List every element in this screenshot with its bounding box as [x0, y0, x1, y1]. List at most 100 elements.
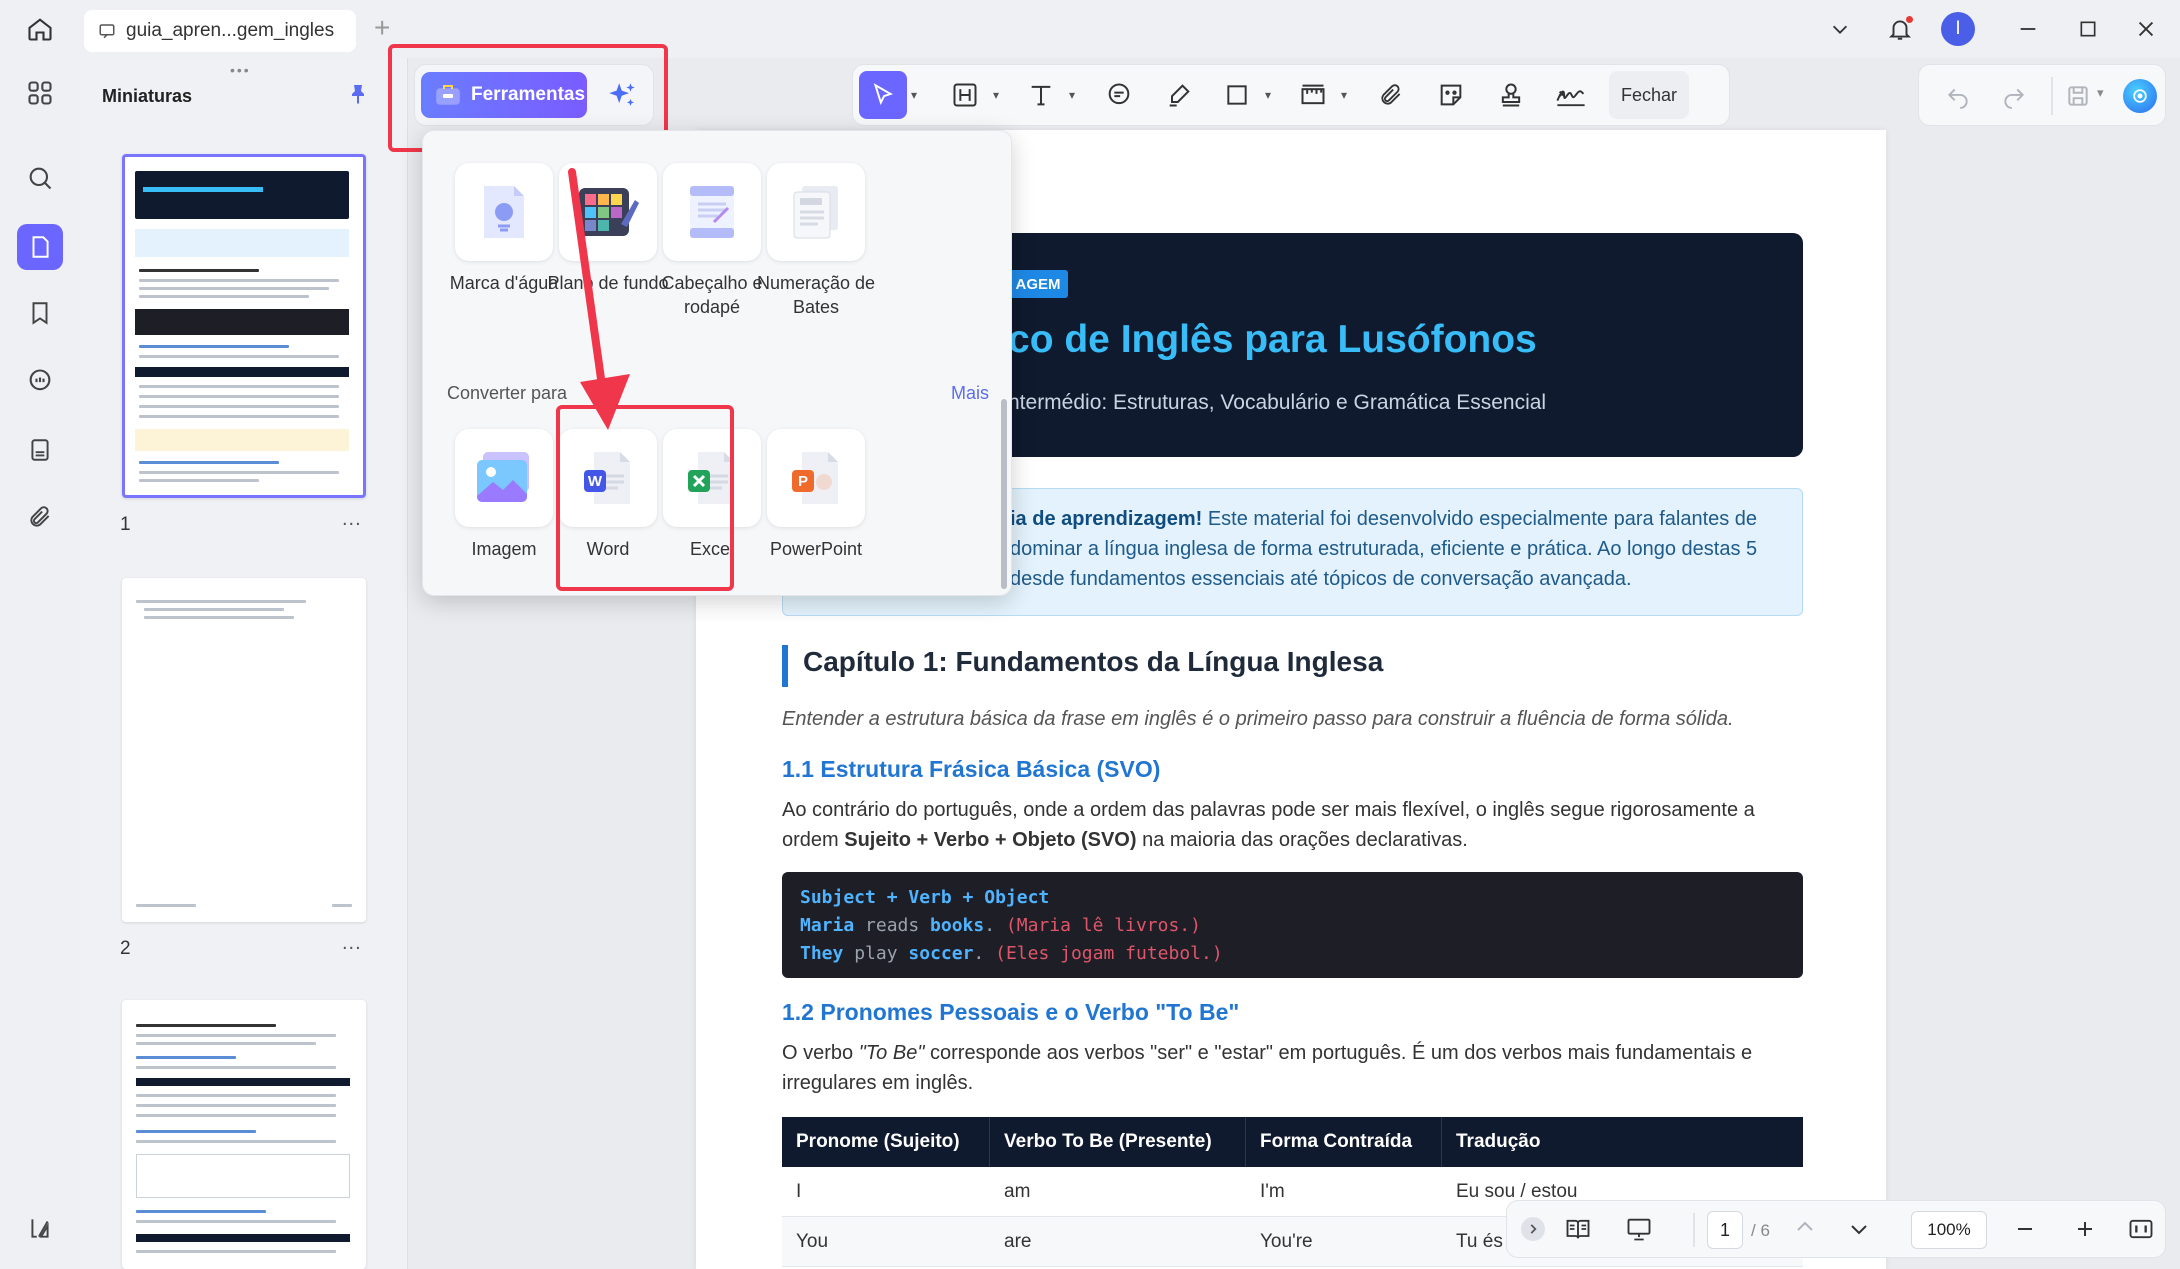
header-footer-button[interactable]: [663, 163, 761, 261]
thumbnail-more-icon[interactable]: ...: [342, 932, 362, 955]
convert-section-title: Converter para: [447, 383, 568, 403]
chevron-down-icon[interactable]: ▾: [2097, 85, 2104, 101]
convert-powerpoint-label: PowerPoint: [769, 539, 863, 559]
header-footer-icon: [690, 186, 734, 238]
right-toolbar: ▾: [1918, 64, 2166, 126]
code-text: (Maria lê livros.): [995, 915, 1201, 936]
document-tab-title: guia_apren...gem_ingles: [126, 20, 335, 41]
intro-line-1-text: Este material foi desenvolvido especialm…: [1202, 508, 1758, 530]
previous-page-icon[interactable]: [1793, 1215, 1817, 1239]
chevron-down-icon[interactable]: ▾: [1341, 88, 1355, 102]
comments-icon[interactable]: [17, 358, 63, 404]
document-tab[interactable]: guia_apren...gem_ingles: [84, 10, 356, 52]
page-thumbnail[interactable]: [122, 578, 366, 922]
search-icon[interactable]: [17, 155, 63, 201]
table-header-cell: Tradução: [1456, 1131, 1541, 1152]
document-title: co de Inglês para Lusófonos: [1008, 318, 1537, 361]
intro-line-3: desde fundamentos essenciais até tópicos…: [1010, 568, 1632, 590]
apps-grid-icon[interactable]: [17, 70, 63, 116]
select-tool-icon[interactable]: [859, 71, 907, 119]
text-span: O verbo: [782, 1042, 859, 1064]
text-span: na maioria das orações declarativas.: [1136, 829, 1468, 851]
pin-icon[interactable]: [346, 82, 370, 106]
minimize-icon[interactable]: [2006, 7, 2050, 51]
chevron-down-icon[interactable]: ▾: [911, 88, 925, 102]
reading-mode-icon[interactable]: [1563, 1215, 1593, 1243]
chevron-down-icon[interactable]: ▾: [1265, 88, 1279, 102]
signature-tool-icon[interactable]: [1545, 71, 1597, 119]
table-cell: You: [796, 1230, 829, 1252]
table-header: Pronome (Sujeito) Verbo To Be (Presente)…: [782, 1117, 1803, 1167]
title-bar: guia_apren...gem_ingles + I: [0, 0, 2180, 58]
dropdown-scrollbar[interactable]: [1001, 399, 1007, 589]
text-box-tool-icon[interactable]: [941, 71, 989, 119]
more-link[interactable]: Mais: [951, 383, 989, 404]
table-header-cell: Verbo To Be (Presente): [990, 1117, 1246, 1167]
actual-size-icon[interactable]: [2127, 1215, 2155, 1243]
new-tab-icon[interactable]: +: [374, 14, 390, 42]
table-cell: are: [1004, 1230, 1032, 1252]
user-avatar[interactable]: I: [1941, 12, 1975, 46]
section-1-1-paragraph-line-1: Ao contrário do português, onde a ordem …: [782, 799, 1755, 821]
code-text: books: [930, 915, 985, 936]
section-1-2-paragraph-line-2: irregulares em inglês.: [782, 1072, 974, 1094]
table-cell: I'm: [1260, 1180, 1285, 1202]
convert-powerpoint-button[interactable]: P: [767, 429, 865, 527]
watermark-button[interactable]: [455, 163, 553, 261]
ai-assistant-icon[interactable]: [2123, 79, 2157, 113]
code-line: Subject + Verb + Object: [800, 884, 1785, 912]
stamp-tool-icon[interactable]: [1485, 71, 1537, 119]
chapter-accent-bar: [782, 645, 788, 687]
zoom-in-icon[interactable]: [2073, 1217, 2097, 1241]
thumbnail-more-icon[interactable]: ...: [342, 508, 362, 531]
page-thumbnail[interactable]: [122, 154, 366, 498]
comment-tool-icon[interactable]: [1093, 71, 1145, 119]
redo-icon[interactable]: [2001, 83, 2027, 109]
form-fields-icon[interactable]: [17, 427, 63, 473]
annotation-arrow: [568, 168, 630, 430]
maximize-icon[interactable]: [2066, 7, 2110, 51]
attachment-tool-icon[interactable]: [1365, 71, 1417, 119]
thumbnail-page-number: 1: [120, 514, 131, 535]
attachment-icon[interactable]: [17, 494, 63, 540]
zoom-out-icon[interactable]: [2013, 1217, 2037, 1241]
panel-resize-handle[interactable]: •••: [230, 62, 251, 78]
presentation-icon[interactable]: [1623, 1215, 1655, 1243]
sticker-tool-icon[interactable]: [1425, 71, 1477, 119]
measure-tool-icon[interactable]: [1289, 71, 1337, 119]
code-line: They play soccer. (Eles jogam futebol.): [800, 940, 1785, 968]
text-tool-icon[interactable]: [1017, 71, 1065, 119]
close-edit-button[interactable]: Fechar: [1609, 71, 1689, 119]
code-text: play: [843, 943, 909, 964]
table-cell: You're: [1260, 1230, 1313, 1252]
bottom-bar: 1 / 6 100%: [1506, 1200, 2166, 1258]
chevron-down-icon[interactable]: ▾: [1069, 88, 1083, 102]
zoom-level-input[interactable]: 100%: [1911, 1211, 1987, 1249]
save-icon[interactable]: [2065, 83, 2091, 109]
image-icon: [477, 452, 529, 502]
next-page-icon[interactable]: [1847, 1217, 1871, 1241]
chevron-down-icon[interactable]: [1818, 7, 1862, 51]
chevron-down-icon[interactable]: ▾: [993, 88, 1007, 102]
page-number-input[interactable]: 1: [1707, 1211, 1743, 1249]
highlighter-tool-icon[interactable]: [1153, 71, 1205, 119]
collapse-bar-icon[interactable]: [1521, 1217, 1545, 1241]
sidebar-toggle-icon[interactable]: [17, 1205, 63, 1251]
undo-icon[interactable]: [1945, 83, 1971, 109]
close-window-icon[interactable]: [2124, 7, 2168, 51]
table-header-cell: Pronome (Sujeito): [782, 1117, 990, 1167]
notification-bell-icon[interactable]: [1878, 7, 1922, 51]
rectangle-tool-icon[interactable]: [1213, 71, 1261, 119]
page-thumbnail[interactable]: [122, 1000, 366, 1269]
code-block: Subject + Verb + Object Maria reads book…: [782, 872, 1803, 978]
table-cell: I: [796, 1180, 802, 1202]
thumbnails-panel: ••• Miniaturas 1 ... 2 ...: [80, 58, 408, 1269]
code-text: They: [800, 943, 844, 964]
convert-image-button[interactable]: [455, 429, 553, 527]
home-icon[interactable]: [18, 7, 62, 51]
table-cell: am: [1004, 1180, 1031, 1202]
thumbnails-panel-icon[interactable]: [17, 224, 63, 270]
bates-numbering-button[interactable]: [767, 163, 865, 261]
to-be-italic: "To Be": [858, 1042, 925, 1064]
bookmark-icon[interactable]: [17, 290, 63, 336]
